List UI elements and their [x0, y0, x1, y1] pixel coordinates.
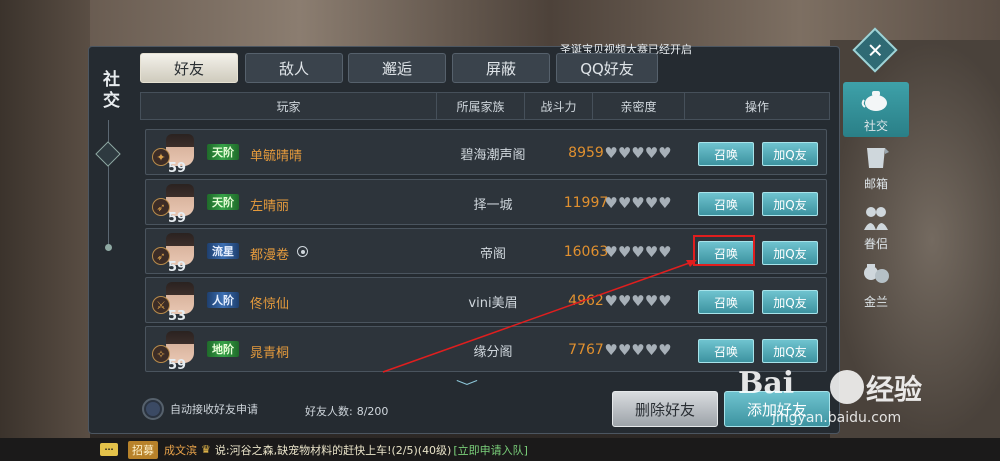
- watermark-url: jingyan.baidu.com: [772, 410, 902, 426]
- summon-button[interactable]: 召唤: [698, 339, 754, 363]
- close-icon: ✕: [866, 37, 884, 62]
- brothers-icon: [861, 262, 891, 290]
- intimacy-hearts-icon: ♥♥♥♥♥: [604, 341, 672, 359]
- friends-table-header: 玩家 所属家族 战斗力 亲密度 操作: [140, 92, 830, 120]
- player-level: 59: [168, 211, 187, 226]
- side-nav-partner-label: 眷侣: [863, 237, 888, 251]
- rank-badge: 人阶: [207, 292, 239, 308]
- baidu-watermark: Bai 经验 jingyan.baidu.com: [738, 366, 958, 436]
- auto-accept-toggle[interactable]: 自动接收好友申请: [142, 398, 258, 420]
- side-nav-partner[interactable]: 眷侣: [843, 200, 909, 255]
- chat-user-emblem-icon: ♛: [201, 443, 211, 456]
- auto-accept-label: 自动接收好友申请: [170, 403, 258, 416]
- side-divider: [108, 120, 109, 250]
- avatar: ➶ 59: [152, 233, 196, 275]
- highlight-box: [693, 235, 755, 266]
- column-header-family: 所属家族: [437, 93, 525, 119]
- player-family: vini美眉: [468, 295, 518, 311]
- avatar: ➶ 59: [152, 184, 196, 226]
- add-qq-friend-button[interactable]: 加Q友: [762, 241, 818, 265]
- chat-bar[interactable]: ··· 招募 成文滨 ♛ 说:河谷之森,缺宠物材料的赶快上车!(2/5)(40级…: [0, 438, 1000, 461]
- delete-friend-button[interactable]: 删除好友: [612, 391, 718, 427]
- add-qq-friend-button[interactable]: 加Q友: [762, 142, 818, 166]
- friend-count: 好友人数: 8/200: [305, 403, 388, 419]
- teapot-icon: [861, 86, 891, 114]
- chat-bubble-icon[interactable]: ···: [100, 443, 118, 456]
- side-nav-social-label: 社交: [863, 119, 888, 133]
- chat-message: 说:河谷之森,缺宠物材料的赶快上车!(2/5)(40级): [214, 443, 452, 457]
- chat-apply-link[interactable]: [立即申请入队]: [453, 442, 528, 458]
- side-nav-sworn-label: 金兰: [863, 295, 888, 309]
- column-header-intimacy: 亲密度: [593, 93, 685, 119]
- summon-button[interactable]: 召唤: [698, 142, 754, 166]
- table-row[interactable]: ✧ 59 地阶 晁青桐 缘分阁 7767 ♥♥♥♥♥ 召唤 加Q友: [145, 326, 827, 373]
- player-level: 59: [168, 358, 187, 373]
- summon-button[interactable]: 召唤: [698, 192, 754, 216]
- scroll-down-chevron-icon[interactable]: ﹀: [456, 377, 478, 397]
- watermark-logo-text: Bai: [738, 366, 795, 401]
- game-scene-left: [0, 0, 90, 461]
- intimacy-hearts-icon: ♥♥♥♥♥: [604, 144, 672, 162]
- friend-count-label: 好友人数:: [305, 405, 353, 418]
- player-name: 都漫卷: [250, 248, 290, 263]
- rank-badge: 流星: [207, 243, 239, 259]
- rank-badge: 天阶: [207, 144, 239, 160]
- rank-badge: 天阶: [207, 194, 239, 210]
- auto-accept-radio[interactable]: [142, 398, 164, 420]
- player-family: 帝阁: [479, 246, 506, 262]
- player-family: 碧海潮声阁: [460, 147, 526, 163]
- tab-friends[interactable]: 好友: [140, 53, 238, 83]
- tab-encounters[interactable]: 邂逅: [348, 53, 446, 83]
- dot-ornament-icon: [105, 244, 112, 251]
- panel-title-text: 社交: [99, 70, 119, 112]
- avatar: ⚔ 53: [152, 282, 196, 324]
- tab-enemies[interactable]: 敌人: [245, 53, 343, 83]
- summon-button[interactable]: 召唤: [698, 290, 754, 314]
- side-nav-sworn[interactable]: 金兰: [843, 258, 909, 313]
- intimacy-hearts-icon: ♥♥♥♥♥: [604, 194, 672, 212]
- rank-badge: 地阶: [207, 341, 239, 357]
- add-qq-friend-button[interactable]: 加Q友: [762, 290, 818, 314]
- tab-blocked[interactable]: 屏蔽: [452, 53, 550, 83]
- avatar: ✧ 59: [152, 331, 196, 373]
- side-nav-mail[interactable]: 邮箱: [843, 140, 909, 195]
- player-level: 53: [168, 309, 187, 324]
- column-header-player: 玩家: [141, 93, 437, 119]
- avatar: ✦ 59: [152, 134, 196, 176]
- chat-channel-tag: 招募: [128, 440, 158, 459]
- couple-icon: [861, 204, 891, 232]
- side-nav-mail-label: 邮箱: [863, 177, 888, 191]
- player-name: 佟惊仙: [250, 297, 290, 312]
- side-nav-social[interactable]: 社交: [843, 82, 909, 137]
- player-name: 单毓晴晴: [250, 149, 303, 164]
- intimacy-hearts-icon: ♥♥♥♥♥: [604, 243, 672, 261]
- friend-count-value: 8/200: [356, 405, 389, 418]
- add-qq-friend-button[interactable]: 加Q友: [762, 339, 818, 363]
- column-header-power: 战斗力: [525, 93, 593, 119]
- player-name: 左晴丽: [250, 199, 290, 214]
- scroll-icon: [861, 144, 891, 172]
- player-family: 缘分阁: [473, 344, 513, 360]
- intimacy-hearts-icon: ♥♥♥♥♥: [604, 292, 672, 310]
- table-row[interactable]: ✦ 59 天阶 单毓晴晴 碧海潮声阁 8959 ♥♥♥♥♥ 召唤 加Q友: [145, 129, 827, 176]
- column-header-actions: 操作: [744, 99, 769, 114]
- table-row[interactable]: ➶ 59 天阶 左晴丽 择一城 11997 ♥♥♥♥♥ 召唤 加Q友: [145, 179, 827, 226]
- watermark-logo-text2: 经验: [866, 373, 923, 406]
- online-status-icon: [297, 246, 308, 257]
- player-family: 择一城: [473, 197, 513, 213]
- tab-qq-friends[interactable]: QQ好友: [556, 53, 658, 83]
- player-name: 晁青桐: [250, 346, 290, 361]
- player-level: 59: [168, 260, 187, 275]
- table-row[interactable]: ⚔ 53 人阶 佟惊仙 vini美眉 4962 ♥♥♥♥♥ 召唤 加Q友: [145, 277, 827, 324]
- baidu-paw-icon: [830, 370, 864, 404]
- add-qq-friend-button[interactable]: 加Q友: [762, 192, 818, 216]
- player-level: 59: [168, 161, 187, 176]
- chat-username[interactable]: 成文滨: [164, 442, 197, 458]
